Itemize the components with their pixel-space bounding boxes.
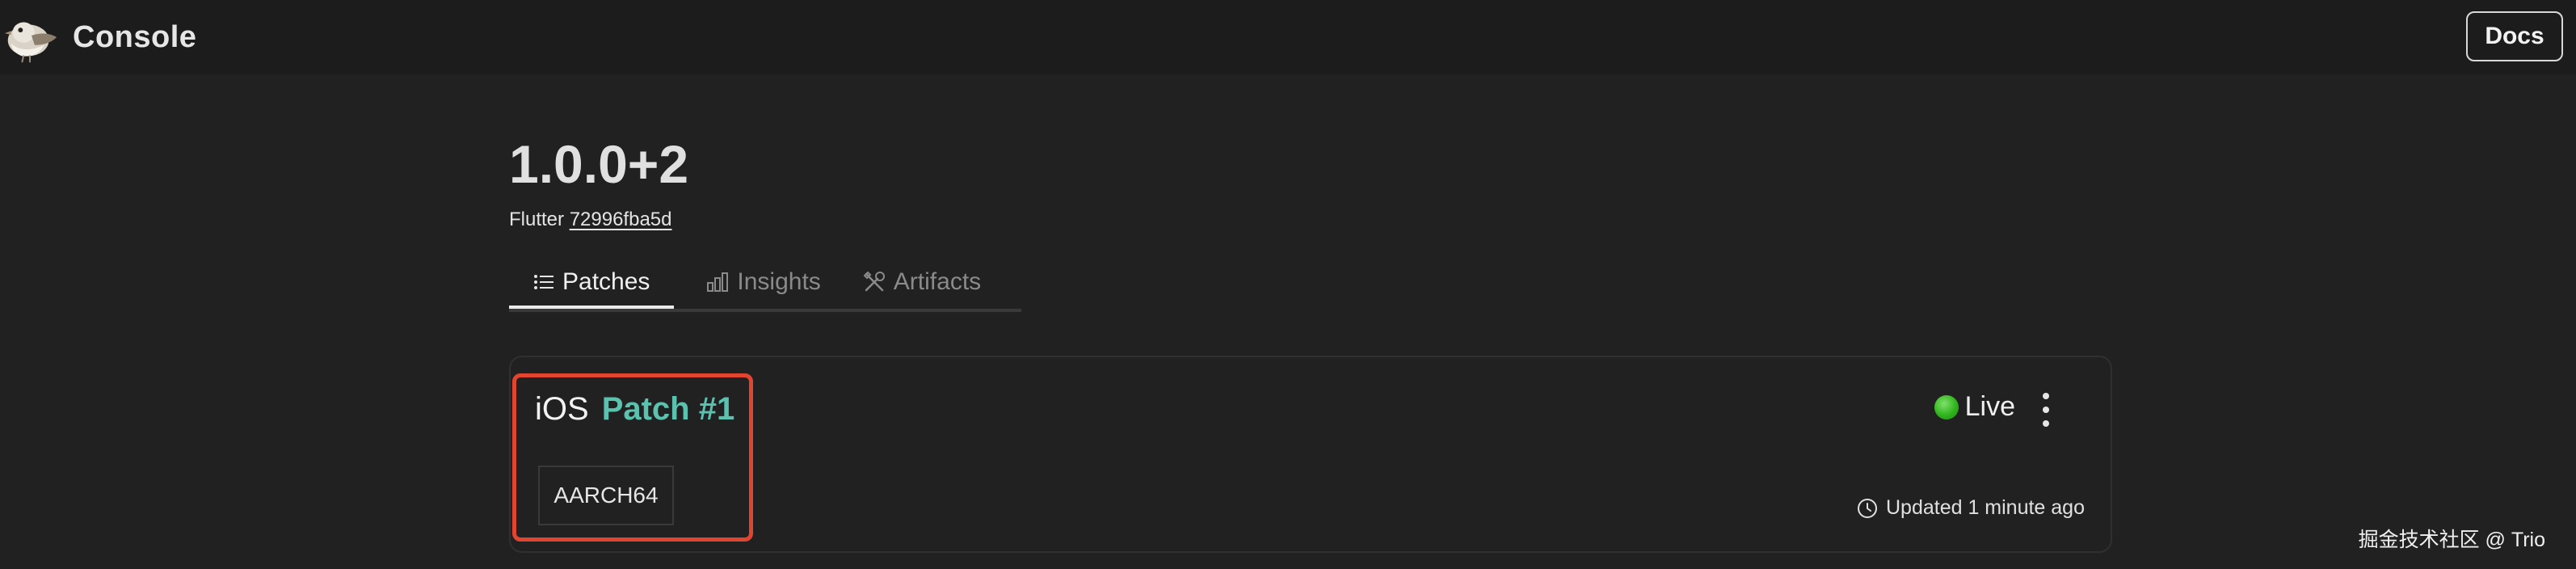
- bar-chart-icon: [707, 272, 729, 292]
- release-version: 1.0.0+2: [509, 134, 689, 194]
- dot: [2043, 407, 2049, 413]
- brand[interactable]: Console: [0, 3, 196, 71]
- tab-patches[interactable]: Patches: [509, 259, 675, 309]
- clock-icon: [1857, 498, 1877, 518]
- tab-label: Insights: [737, 268, 821, 295]
- updated-timestamp: Updated 1 minute ago: [1857, 496, 2085, 520]
- patch-name: Patch #1: [601, 391, 735, 427]
- tools-icon: [863, 271, 885, 292]
- dot: [2043, 393, 2049, 399]
- list-icon: [534, 275, 554, 289]
- flutter-revision: Flutter 72996fba5d: [509, 209, 2112, 231]
- release-content: 1.0.0+2 Flutter 72996fba5d Patches Insig…: [509, 121, 2112, 312]
- flutter-hash-link[interactable]: 72996fba5d: [570, 209, 672, 230]
- tab-label: Artifacts: [893, 268, 982, 295]
- watermark: 掘金技术社区 @ Trio: [2358, 529, 2545, 551]
- app-title: Console: [73, 19, 197, 54]
- tab-bar: Patches Insights Artifacts: [509, 259, 1021, 312]
- patch-card[interactable]: iOS Patch #1 AARCH64 Live Updated 1 minu…: [509, 356, 2112, 553]
- patch-platform: iOS: [535, 391, 589, 427]
- tab-insights[interactable]: Insights: [697, 259, 830, 306]
- bird-logo-icon: [4, 22, 57, 63]
- flutter-label: Flutter: [509, 209, 565, 230]
- dot: [2043, 420, 2049, 427]
- more-options-icon[interactable]: [2038, 390, 2054, 430]
- top-bar: Console Docs: [0, 0, 2576, 74]
- docs-button[interactable]: Docs: [2466, 11, 2563, 61]
- status-badge: Live: [1934, 391, 2015, 423]
- updated-text: Updated 1 minute ago: [1885, 496, 2085, 519]
- status-label: Live: [1964, 391, 2015, 422]
- arch-badge: AARCH64: [538, 466, 674, 525]
- patch-title: iOS Patch #1: [535, 391, 734, 428]
- tab-label: Patches: [562, 268, 650, 295]
- tab-artifacts[interactable]: Artifacts: [853, 259, 991, 306]
- live-status-icon: [1934, 394, 1959, 419]
